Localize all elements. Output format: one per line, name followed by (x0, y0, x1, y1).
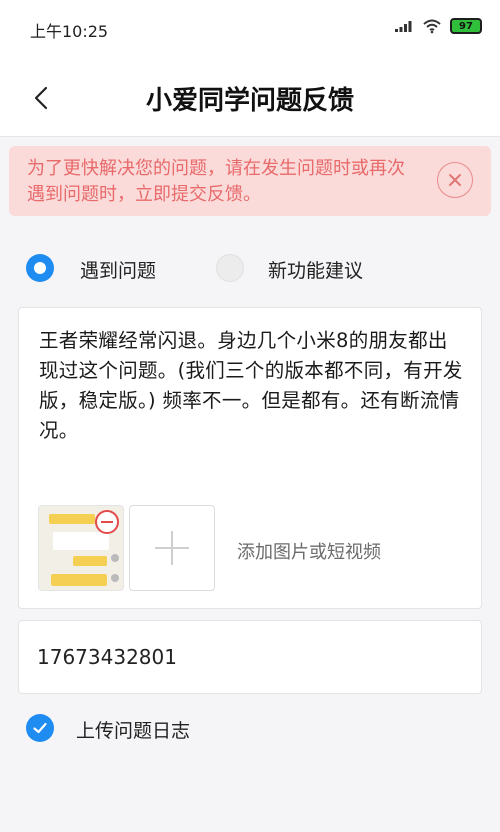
radio-feature-suggestion-label[interactable]: 新功能建议 (268, 256, 363, 283)
upload-log-checkbox[interactable] (26, 714, 54, 742)
status-icons: 97 (394, 18, 482, 34)
wifi-icon (423, 19, 441, 34)
thumb-bubble (51, 574, 107, 586)
radio-problem[interactable] (26, 254, 54, 282)
thumb-bubble (49, 514, 95, 524)
add-media-button[interactable] (129, 505, 215, 591)
feedback-textarea[interactable]: 王者荣耀经常闪退。身边几个小米8的朋友都出现过这个问题。(我们三个的版本都不同，… (39, 326, 467, 446)
thumb-avatar (111, 574, 119, 582)
close-icon-glyph (449, 174, 461, 186)
thumb-bubble (53, 532, 109, 550)
battery-level: 97 (459, 20, 473, 32)
status-bar: 上午10:25 97 (0, 0, 500, 60)
upload-log-row: 上传问题日志 (0, 706, 500, 750)
battery-icon: 97 (450, 18, 482, 34)
contact-phone-field[interactable]: 17673432801 (18, 620, 482, 694)
signal-icon (395, 21, 412, 32)
upload-log-label[interactable]: 上传问题日志 (76, 716, 190, 743)
notice-text: 为了更快解决您的问题，请在发生问题时或再次遇到问题时，立即提交反馈。 (27, 158, 405, 205)
status-time: 上午10:25 (30, 22, 109, 41)
plus-icon (155, 531, 189, 565)
thumb-avatar (111, 554, 119, 562)
thumb-bubble (73, 556, 107, 566)
page-title: 小爱同学问题反馈 (145, 86, 354, 116)
notice-banner: 为了更快解决您的问题，请在发生问题时或再次遇到问题时，立即提交反馈。 (9, 146, 491, 216)
feedback-type-selector: 遇到问题 新功能建议 (0, 246, 500, 290)
header: 小爱同学问题反馈 (0, 60, 500, 137)
radio-feature-suggestion[interactable] (216, 254, 244, 282)
check-icon (33, 722, 47, 734)
add-media-label[interactable]: 添加图片或短视频 (237, 538, 381, 564)
close-icon[interactable] (437, 162, 473, 198)
radio-problem-label[interactable]: 遇到问题 (80, 256, 156, 283)
feedback-card: 王者荣耀经常闪退。身边几个小米8的朋友都出现过这个问题。(我们三个的版本都不同，… (18, 307, 482, 609)
minus-circle-icon[interactable] (95, 510, 119, 534)
contact-phone-value: 17673432801 (37, 645, 177, 669)
